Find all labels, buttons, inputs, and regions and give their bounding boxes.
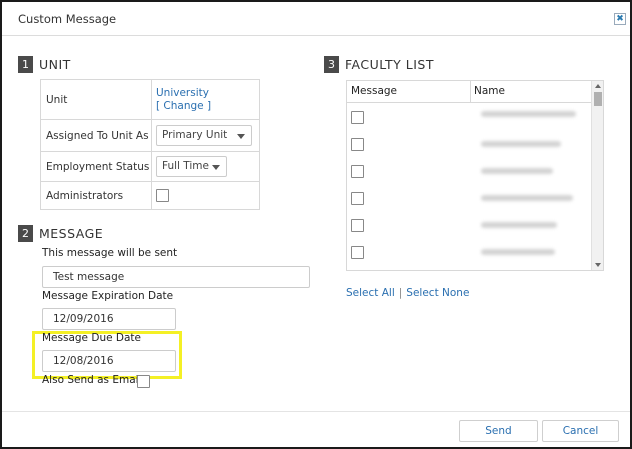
select-all-link[interactable]: Select All [346, 287, 395, 299]
unit-table: Unit University [ Change ] Assigned To U… [40, 79, 260, 210]
redacted-name [481, 249, 555, 255]
faculty-list: Message Name [346, 80, 604, 271]
dialog-titlebar: Custom Message ✖ [2, 2, 630, 36]
dialog-title: Custom Message [18, 12, 117, 26]
employment-label: Employment Status [40, 151, 152, 182]
redacted-name [481, 195, 573, 201]
expiration-date-label: Message Expiration Date [42, 290, 174, 302]
faculty-row [347, 131, 592, 158]
unit-section-number: 1 [18, 56, 33, 73]
message-section-title: MESSAGE [39, 226, 104, 241]
unit-value-link[interactable]: University [156, 87, 259, 99]
faculty-list-scrollbar[interactable] [591, 81, 603, 270]
message-label: This message will be sent [42, 247, 178, 259]
redacted-name [481, 168, 553, 174]
change-unit-link[interactable]: [ Change ] [156, 100, 259, 112]
footer-divider [2, 411, 630, 412]
select-links: Select All | Select None [346, 287, 469, 299]
send-button[interactable]: Send [459, 420, 538, 442]
scroll-down-icon[interactable] [595, 263, 601, 267]
select-links-divider: | [398, 287, 403, 299]
custom-message-dialog: Custom Message ✖ 1 UNIT Unit University … [0, 0, 632, 449]
administrators-checkbox[interactable] [156, 189, 169, 202]
due-date-input[interactable]: 12/08/2016 [42, 350, 176, 372]
faculty-list-header: Message Name [347, 81, 592, 103]
faculty-message-checkbox[interactable] [351, 219, 364, 232]
redacted-name [481, 141, 561, 147]
scroll-up-icon[interactable] [595, 84, 601, 88]
faculty-row [347, 158, 592, 185]
send-email-checkbox[interactable] [137, 375, 150, 388]
due-date-label: Message Due Date [42, 332, 141, 344]
chevron-down-icon [237, 134, 245, 139]
faculty-message-checkbox[interactable] [351, 192, 364, 205]
employment-select[interactable]: Full Time [156, 156, 227, 177]
administrators-label: Administrators [40, 181, 152, 210]
employment-select-value: Full Time [162, 160, 209, 172]
redacted-name [481, 222, 557, 228]
close-icon[interactable]: ✖ [614, 13, 626, 25]
faculty-message-checkbox[interactable] [351, 138, 364, 151]
faculty-row [347, 185, 592, 212]
assigned-select-value: Primary Unit [162, 129, 228, 141]
scroll-thumb[interactable] [594, 92, 602, 106]
message-section-number: 2 [18, 225, 33, 242]
faculty-row [347, 239, 592, 266]
column-divider [470, 81, 471, 103]
expiration-date-input[interactable]: 12/09/2016 [42, 308, 176, 330]
redacted-name [481, 111, 576, 117]
faculty-section-number: 3 [324, 56, 339, 73]
unit-label: Unit [40, 79, 152, 120]
cancel-button[interactable]: Cancel [542, 420, 619, 442]
select-none-link[interactable]: Select None [406, 287, 469, 299]
unit-section-title: UNIT [39, 57, 71, 72]
column-header-message[interactable]: Message [351, 85, 397, 97]
faculty-row [347, 212, 592, 239]
faculty-section-title: FACULTY LIST [345, 57, 434, 72]
assigned-label: Assigned To Unit As [40, 119, 152, 152]
faculty-row [347, 104, 592, 131]
faculty-message-checkbox[interactable] [351, 246, 364, 259]
chevron-down-icon [212, 165, 220, 170]
column-header-name[interactable]: Name [474, 85, 505, 97]
faculty-message-checkbox[interactable] [351, 111, 364, 124]
message-input[interactable]: Test message [42, 266, 310, 288]
faculty-message-checkbox[interactable] [351, 165, 364, 178]
assigned-select[interactable]: Primary Unit [156, 125, 252, 146]
send-email-label: Also Send as Email [42, 374, 142, 386]
